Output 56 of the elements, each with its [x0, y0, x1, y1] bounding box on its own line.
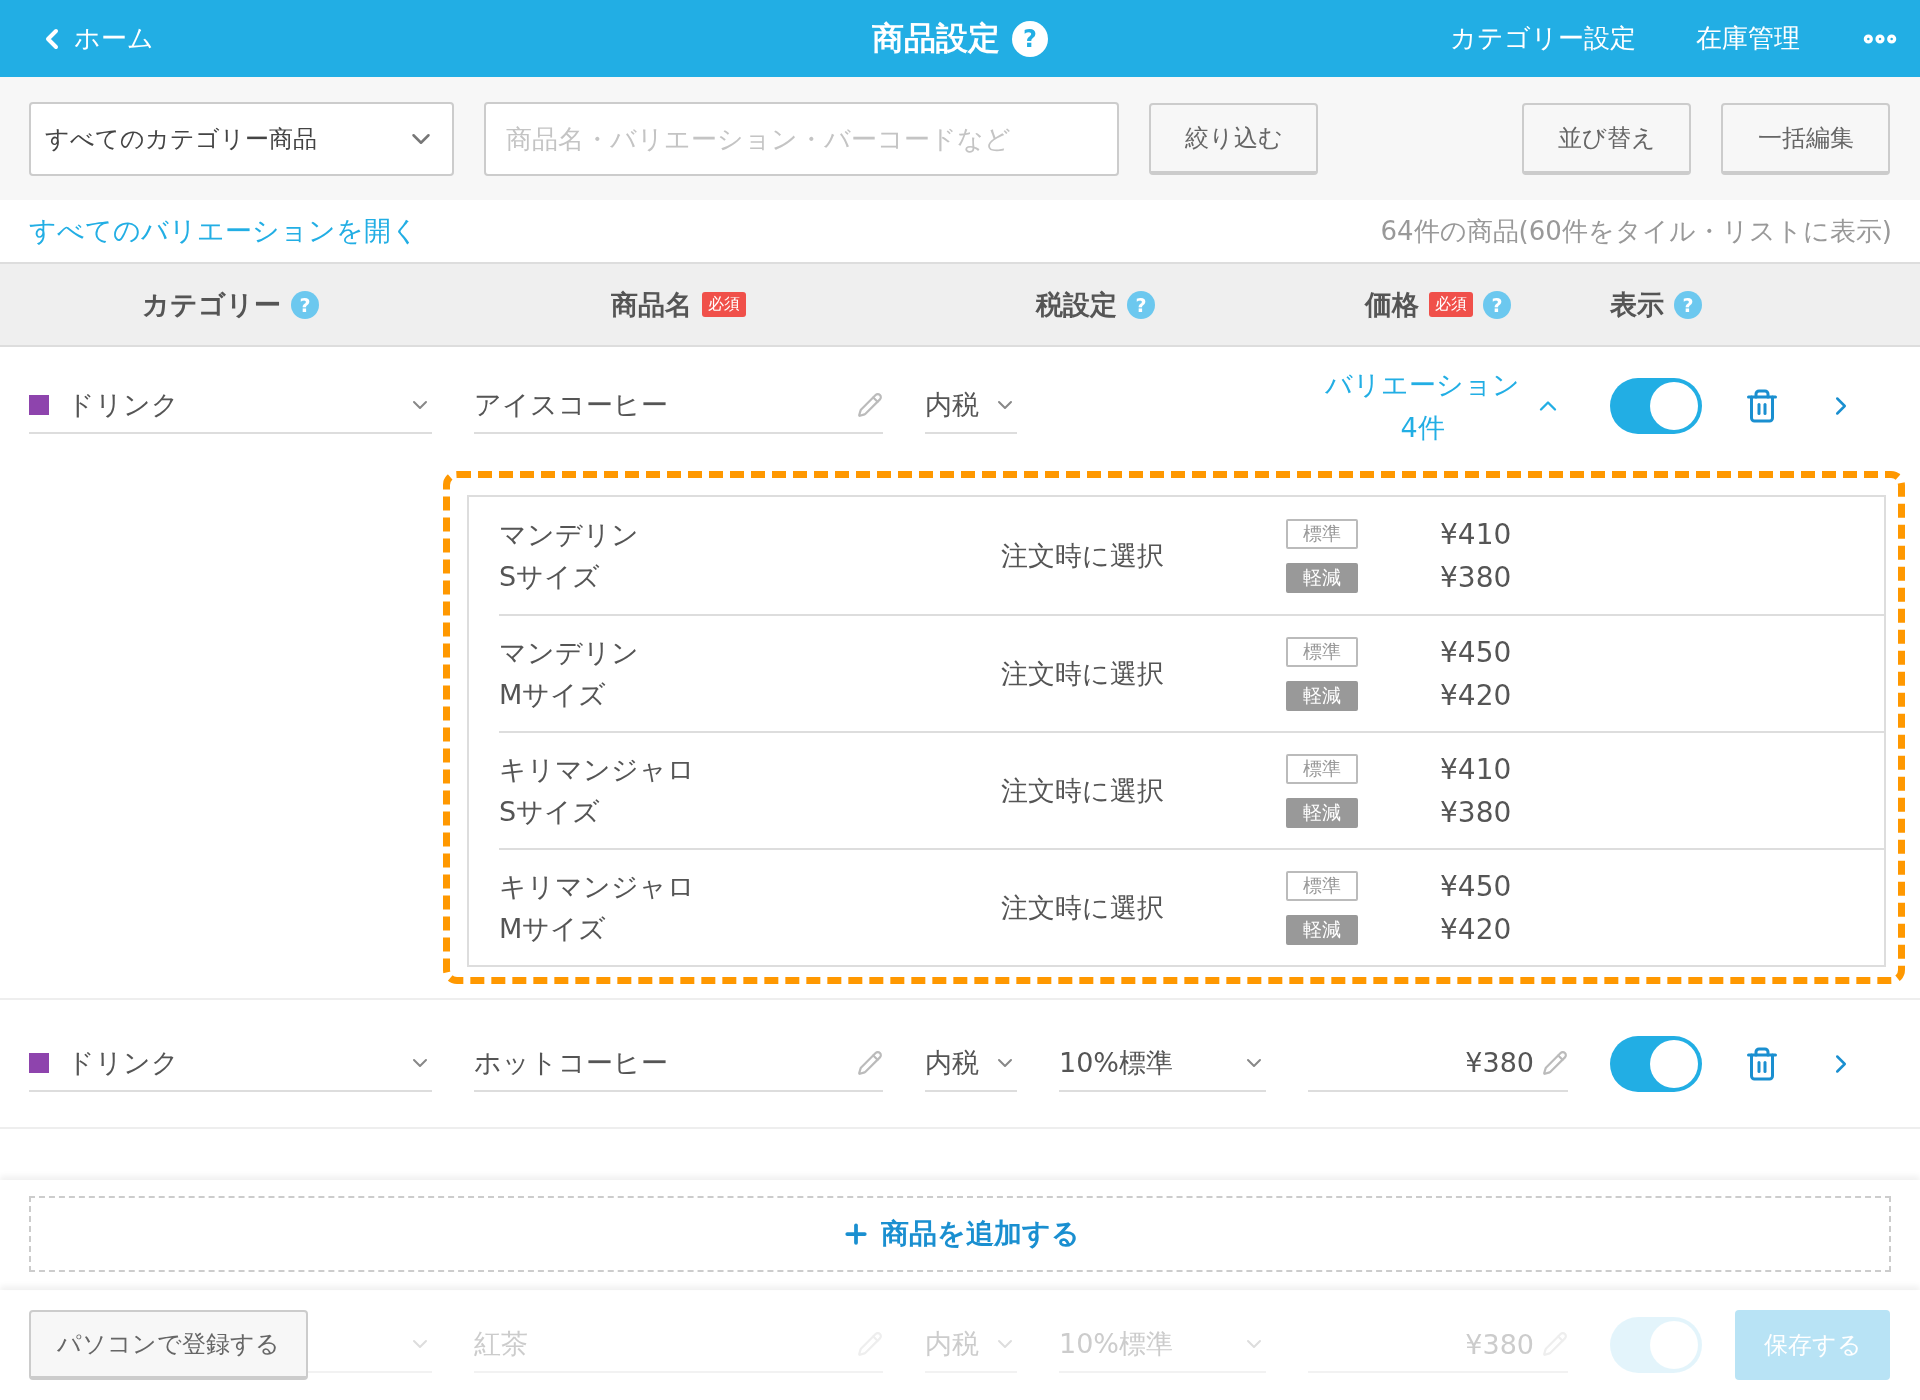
tax-rate-select[interactable]: 10%標準	[1059, 1035, 1266, 1092]
product-name-field[interactable]: アイスコーヒー	[474, 378, 883, 434]
column-heading: 表示	[1610, 287, 1664, 322]
variation-name: キリマンジャロ	[499, 869, 696, 904]
tax-tag: 軽減	[1286, 562, 1358, 593]
toolbar-button[interactable]: 並び替え	[1522, 102, 1691, 175]
tax-choice-text: 注文時に選択	[1001, 656, 1165, 691]
required-badge: 必須	[1429, 292, 1473, 317]
category-select[interactable]: ドリンク	[29, 378, 432, 434]
tax-tag: 標準	[1286, 753, 1358, 784]
toolbar-button[interactable]: 一括編集	[1721, 102, 1890, 175]
tax-select[interactable]: 内税	[925, 1035, 1017, 1092]
category-select[interactable]: ドリンク	[29, 1035, 432, 1092]
tax-choice-text: 注文時に選択	[1001, 538, 1165, 573]
page-title: 商品設定	[872, 17, 1000, 59]
search-field[interactable]: 商品名・バリエーション・バーコードなど	[484, 101, 1119, 176]
tax-tag: 標準	[1286, 518, 1358, 549]
tax-tag: 軽減	[1286, 914, 1358, 945]
variation-price: ¥420	[1440, 678, 1513, 712]
column-heading: 商品名	[611, 287, 692, 322]
column-heading: 価格	[1365, 287, 1419, 322]
tax-tag: 軽減	[1286, 680, 1358, 711]
variation-price: ¥380	[1440, 560, 1513, 594]
variation-name: マンデリン	[499, 635, 640, 670]
variation-size: Mサイズ	[499, 677, 608, 712]
add-product-button[interactable]: 商品を追加する	[29, 1196, 1891, 1272]
pencil-icon[interactable]	[1542, 1049, 1568, 1076]
pencil-icon[interactable]	[857, 392, 883, 418]
tax-tag: 標準	[1286, 636, 1358, 667]
register-on-pc-button[interactable]: パソコンで登録する	[29, 1310, 308, 1380]
category-filter-select[interactable]: すべてのカテゴリー商品	[29, 101, 454, 176]
variation-price: ¥450	[1440, 869, 1513, 903]
product-name-field[interactable]: ホットコーヒー	[474, 1035, 883, 1092]
required-badge: 必須	[702, 292, 746, 317]
variation-size: Mサイズ	[499, 911, 608, 946]
tax-select[interactable]: 内税	[925, 378, 1017, 434]
variation-price: ¥380	[1440, 795, 1513, 829]
tax-tag: 軽減	[1286, 797, 1358, 828]
visibility-toggle[interactable]	[1610, 378, 1702, 434]
tax-choice-text: 注文時に選択	[1001, 890, 1165, 925]
variation-price: ¥420	[1440, 912, 1513, 946]
variation-name: キリマンジャロ	[499, 752, 696, 787]
column-heading: カテゴリー	[142, 287, 281, 322]
variation-name: マンデリン	[499, 517, 640, 552]
variation-price: ¥450	[1440, 635, 1513, 669]
pencil-icon[interactable]	[857, 1049, 883, 1076]
product-count: 64件の商品(60件をタイル・リストに表示)	[1380, 214, 1892, 248]
column-heading: 税設定	[1036, 287, 1117, 322]
variation-price: ¥410	[1440, 517, 1513, 551]
variation-price: ¥410	[1440, 752, 1513, 786]
tax-choice-text: 注文時に選択	[1001, 773, 1165, 808]
price-field[interactable]: ¥380	[1308, 1035, 1568, 1092]
variation-size: Sサイズ	[499, 794, 602, 829]
tax-tag: 標準	[1286, 870, 1358, 901]
variation-size: Sサイズ	[499, 559, 602, 594]
filter-button[interactable]: 絞り込む	[1149, 102, 1318, 175]
